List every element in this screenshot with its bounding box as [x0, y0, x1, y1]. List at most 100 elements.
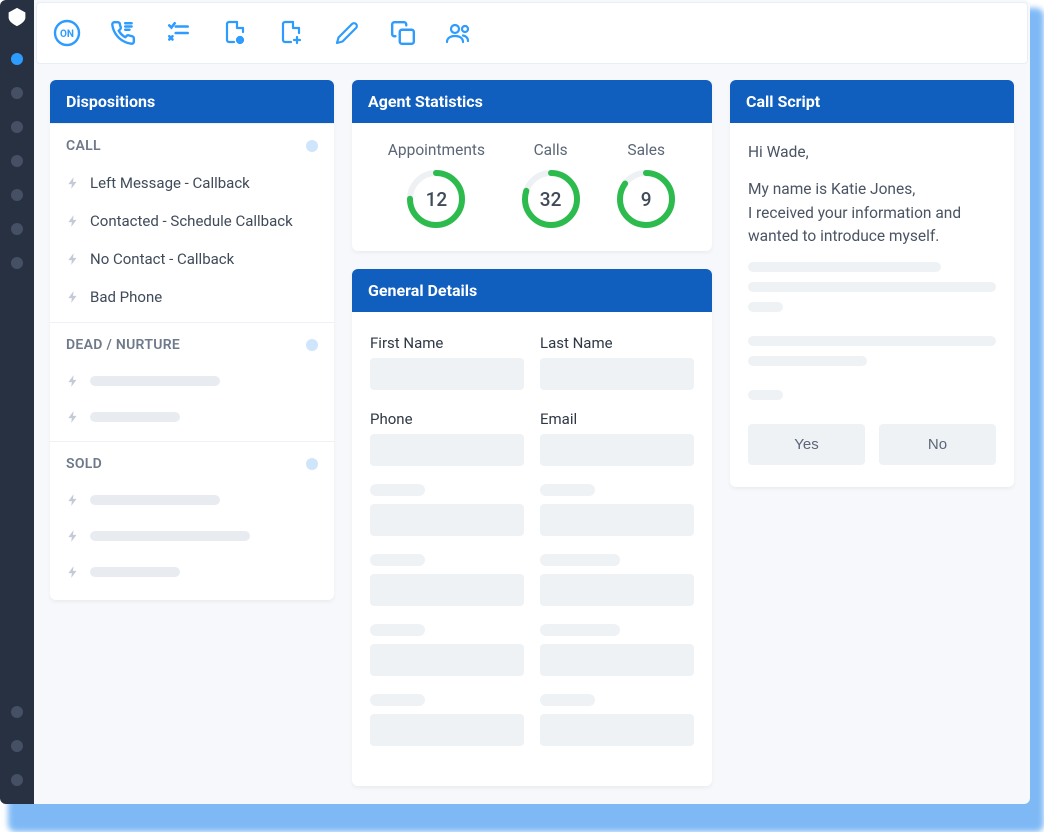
placeholder-line: [90, 567, 180, 577]
nav-dot-2[interactable]: [11, 87, 23, 99]
doc-add-icon[interactable]: [275, 17, 307, 49]
disp-item-placeholder[interactable]: [50, 518, 334, 554]
agent-statistics-card: Agent Statistics Appointments12 Calls 32 Sa…: [352, 80, 712, 251]
disp-label: Left Message - Callback: [90, 174, 250, 192]
group-icon[interactable]: [443, 17, 475, 49]
placeholder: [748, 390, 783, 400]
first-name-label: First Name: [370, 334, 524, 352]
nav-dot-3[interactable]: [11, 121, 23, 133]
section-indicator: [306, 140, 318, 152]
bolt-icon: [66, 564, 80, 580]
placeholder: [748, 356, 867, 366]
nav-dot-b3[interactable]: [11, 774, 23, 786]
disp-label: Contacted - Schedule Callback: [90, 212, 293, 230]
placeholder-input[interactable]: [370, 574, 524, 606]
stat-label: Calls: [534, 141, 568, 159]
placeholder-input[interactable]: [370, 644, 524, 676]
placeholder-input[interactable]: [540, 504, 694, 536]
email-label: Email: [540, 410, 694, 428]
placeholder: [370, 554, 425, 566]
nav-dot-5[interactable]: [11, 189, 23, 201]
disp-item[interactable]: Bad Phone: [50, 278, 334, 322]
doc-view-icon[interactable]: [219, 17, 251, 49]
last-name-input[interactable]: [540, 358, 694, 390]
bolt-icon: [66, 175, 80, 191]
app-shell: ON: [0, 0, 1030, 804]
nav-dot-1[interactable]: [11, 53, 23, 65]
disp-item-placeholder[interactable]: [50, 363, 334, 399]
disp-item[interactable]: Left Message - Callback: [50, 164, 334, 202]
script-title: Call Script: [730, 80, 1014, 123]
placeholder: [540, 694, 595, 706]
call-script-card: Call Script Hi Wade, My name is Katie Jo…: [730, 80, 1014, 487]
stats-title: Agent Statistics: [352, 80, 712, 123]
email-input[interactable]: [540, 434, 694, 466]
stat-value: 12: [406, 169, 466, 229]
nav-dot-4[interactable]: [11, 155, 23, 167]
placeholder: [370, 484, 425, 496]
placeholder-line: [90, 531, 250, 541]
placeholder: [748, 302, 783, 312]
checklist-icon[interactable]: [163, 17, 195, 49]
section-dead[interactable]: DEAD / NURTURE: [50, 322, 334, 363]
placeholder-line: [90, 495, 220, 505]
stat-ring: 32: [521, 169, 581, 229]
top-toolbar: ON: [36, 2, 1028, 64]
first-name-input[interactable]: [370, 358, 524, 390]
section-sold[interactable]: SOLD: [50, 441, 334, 482]
on-icon[interactable]: ON: [51, 17, 83, 49]
placeholder-input[interactable]: [370, 504, 524, 536]
phone-icon[interactable]: [107, 17, 139, 49]
copy-icon[interactable]: [387, 17, 419, 49]
disp-item[interactable]: Contacted - Schedule Callback: [50, 202, 334, 240]
stat-item: Calls 32: [521, 141, 581, 229]
logo-icon: [6, 6, 28, 42]
placeholder: [370, 624, 425, 636]
script-intro: My name is Katie Jones, I received your …: [748, 178, 996, 248]
stat-value: 9: [616, 169, 676, 229]
nav-dot-b1[interactable]: [11, 706, 23, 718]
phone-label: Phone: [370, 410, 524, 428]
bolt-icon: [66, 289, 80, 305]
placeholder-input[interactable]: [540, 714, 694, 746]
disp-item-placeholder[interactable]: [50, 554, 334, 600]
section-call[interactable]: CALL: [50, 123, 334, 164]
stat-item: Sales 9: [616, 141, 676, 229]
no-button[interactable]: No: [879, 424, 996, 465]
bolt-icon: [66, 492, 80, 508]
placeholder: [540, 624, 620, 636]
general-details-card: General Details First Name Last Name: [352, 269, 712, 786]
dispositions-card: Dispositions CALL Left Message - Callbac…: [50, 80, 334, 600]
section-label: DEAD / NURTURE: [66, 337, 180, 353]
dispositions-title: Dispositions: [50, 80, 334, 123]
nav-dot-7[interactable]: [11, 257, 23, 269]
disp-label: Bad Phone: [90, 288, 162, 306]
phone-input[interactable]: [370, 434, 524, 466]
placeholder: [748, 262, 941, 272]
stat-ring: 12: [406, 169, 466, 229]
placeholder: [540, 554, 620, 566]
details-title: General Details: [352, 269, 712, 312]
nav-dot-b2[interactable]: [11, 740, 23, 752]
stat-item: Appointments12: [388, 141, 485, 229]
yes-button[interactable]: Yes: [748, 424, 865, 465]
disp-item-placeholder[interactable]: [50, 482, 334, 518]
svg-text:ON: ON: [60, 29, 74, 40]
nav-dot-6[interactable]: [11, 223, 23, 235]
bolt-icon: [66, 251, 80, 267]
disp-item-placeholder[interactable]: [50, 399, 334, 441]
placeholder-input[interactable]: [540, 644, 694, 676]
bolt-icon: [66, 409, 80, 425]
last-name-label: Last Name: [540, 334, 694, 352]
placeholder: [540, 484, 595, 496]
stat-ring: 9: [616, 169, 676, 229]
placeholder-line: [90, 412, 180, 422]
placeholder-input[interactable]: [370, 714, 524, 746]
stat-value: 32: [521, 169, 581, 229]
stat-label: Sales: [627, 141, 665, 159]
placeholder-line: [90, 376, 220, 386]
placeholder: [370, 694, 425, 706]
placeholder-input[interactable]: [540, 574, 694, 606]
pencil-icon[interactable]: [331, 17, 363, 49]
disp-item[interactable]: No Contact - Callback: [50, 240, 334, 278]
